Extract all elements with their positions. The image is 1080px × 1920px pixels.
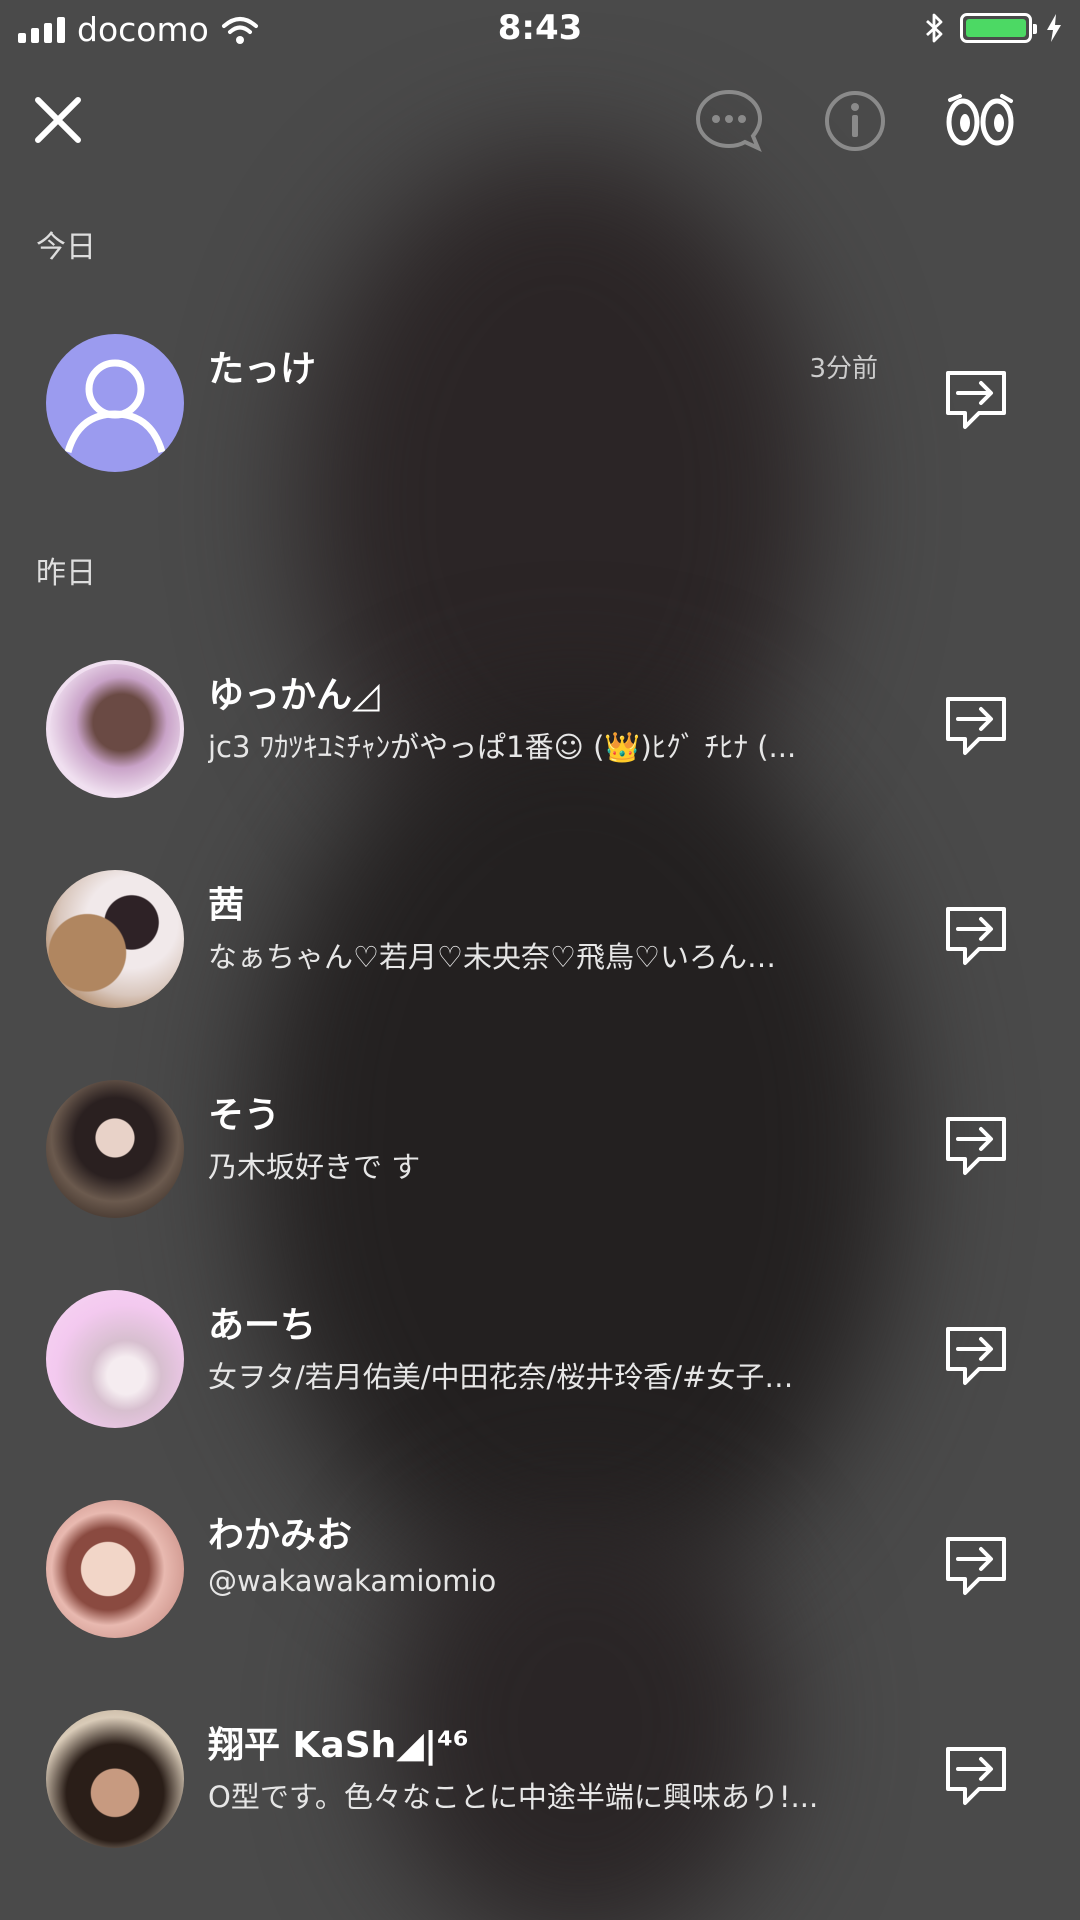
user-bio: 乃木坂好きで す bbox=[208, 1150, 421, 1184]
user-bio: なぁちゃん♡若月♡未央奈♡飛鳥♡いろん… bbox=[208, 940, 776, 974]
user-name: あーち bbox=[208, 1305, 317, 1346]
charging-bolt-icon bbox=[1047, 14, 1061, 42]
share-message-icon[interactable] bbox=[945, 696, 1007, 756]
list-item[interactable]: わかみお @wakawakamiomio bbox=[0, 1468, 1080, 1668]
top-toolbar bbox=[0, 80, 1080, 160]
user-avatar[interactable] bbox=[46, 1500, 184, 1638]
section-label-yesterday: 昨日 bbox=[36, 556, 96, 591]
user-bio: jc3 ﾜｶﾂｷﾕﾐﾁｬﾝがやっぱ1番☺ (👑)ﾋｸﾞ ﾁﾋﾅ (... bbox=[208, 730, 797, 764]
eyes-icon[interactable] bbox=[944, 92, 1016, 150]
user-name: ゆっかん◿ bbox=[208, 675, 380, 716]
section-label-today: 今日 bbox=[36, 230, 96, 265]
user-bio: O型です。色々なことに中途半端に興味あり!... bbox=[208, 1780, 819, 1814]
clock: 8:43 bbox=[497, 8, 583, 48]
user-name: わかみお bbox=[208, 1515, 353, 1556]
user-avatar[interactable] bbox=[46, 1080, 184, 1218]
user-avatar[interactable] bbox=[46, 1710, 184, 1848]
user-bio: 女ヲタ/若月佑美/中田花奈/桜井玲香/#女子… bbox=[208, 1360, 794, 1394]
user-name: 茜 bbox=[208, 885, 245, 926]
list-item[interactable]: たっけ 3分前 bbox=[0, 302, 1080, 502]
list-item[interactable]: 茜 なぁちゃん♡若月♡未央奈♡飛鳥♡いろん… bbox=[0, 838, 1080, 1038]
bluetooth-icon bbox=[926, 13, 943, 43]
default-avatar-icon[interactable] bbox=[46, 334, 184, 472]
share-message-icon[interactable] bbox=[945, 370, 1007, 430]
battery-icon bbox=[960, 13, 1037, 43]
list-item[interactable]: ゆっかん◿ jc3 ﾜｶﾂｷﾕﾐﾁｬﾝがやっぱ1番☺ (👑)ﾋｸﾞ ﾁﾋﾅ (.… bbox=[0, 628, 1080, 828]
user-avatar[interactable] bbox=[46, 1290, 184, 1428]
user-name: たっけ bbox=[208, 349, 317, 390]
user-name: そう bbox=[208, 1095, 281, 1136]
user-avatar[interactable] bbox=[46, 870, 184, 1008]
user-bio: @wakawakamiomio bbox=[208, 1564, 497, 1598]
share-message-icon[interactable] bbox=[945, 1536, 1007, 1596]
list-item[interactable]: 翔平 KaSh◢|⁴⁶ O型です。色々なことに中途半端に興味あり!... bbox=[0, 1678, 1080, 1878]
status-bar: docomo 8:43 bbox=[0, 0, 1080, 58]
info-icon[interactable] bbox=[822, 90, 888, 152]
list-item[interactable]: そう 乃木坂好きで す bbox=[0, 1048, 1080, 1248]
last-seen-time: 3分前 bbox=[809, 354, 878, 384]
user-avatar[interactable] bbox=[46, 660, 184, 798]
user-name: 翔平 KaSh◢|⁴⁶ bbox=[208, 1725, 469, 1766]
share-message-icon[interactable] bbox=[945, 906, 1007, 966]
close-icon[interactable] bbox=[34, 96, 82, 144]
share-message-icon[interactable] bbox=[945, 1116, 1007, 1176]
chat-bubble-icon[interactable] bbox=[694, 88, 764, 154]
share-message-icon[interactable] bbox=[945, 1326, 1007, 1386]
share-message-icon[interactable] bbox=[945, 1746, 1007, 1806]
list-item[interactable]: あーち 女ヲタ/若月佑美/中田花奈/桜井玲香/#女子… bbox=[0, 1258, 1080, 1458]
